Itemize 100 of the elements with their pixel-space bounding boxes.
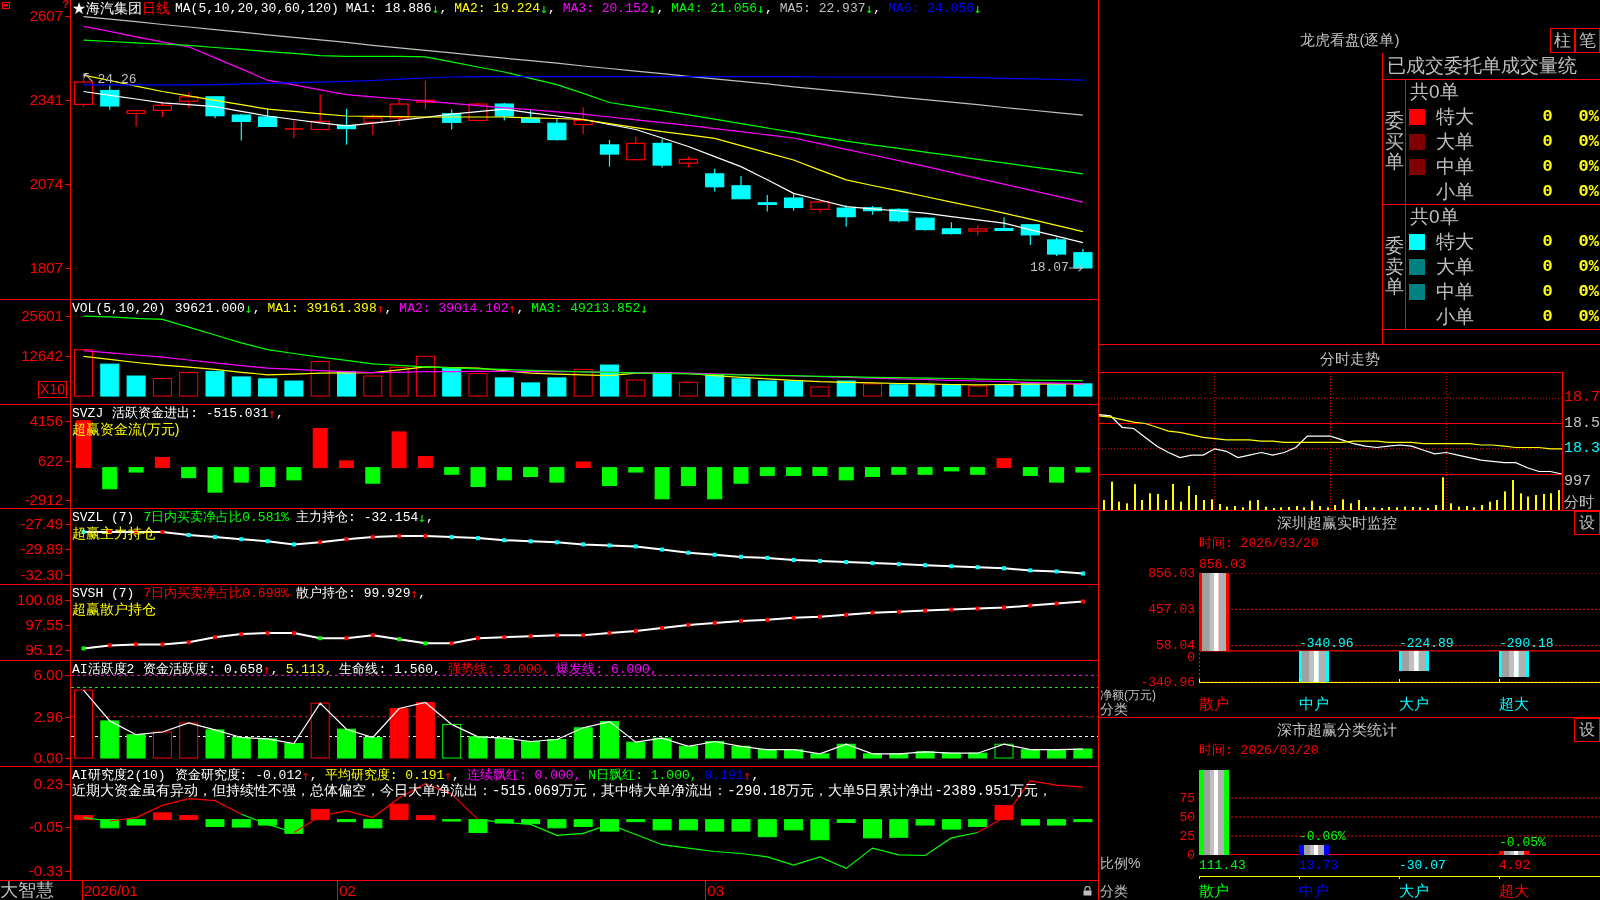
axis-label: 0.23 <box>33 776 63 792</box>
axis-label: 0.00 <box>33 750 63 766</box>
trend-arrow: ↓ <box>865 0 874 16</box>
comma: , <box>547 0 556 16</box>
panel-title: 龙虎看盘(逐单) <box>1299 32 1400 50</box>
axis-label: 18.5 <box>1564 415 1600 432</box>
category-label: 大户 <box>1399 695 1429 712</box>
view-toggle-button[interactable]: 柱 <box>1550 28 1575 53</box>
table-title: 已成交委托单成交量统 <box>1387 56 1577 76</box>
axis-label: 100.08 <box>17 591 63 608</box>
scale-button[interactable]: X10 <box>38 381 67 398</box>
indicator-params: MA(5,10,20,30,60,120) <box>175 0 339 16</box>
comma: , <box>452 767 460 783</box>
axis-label: -340.96 <box>1140 675 1195 689</box>
comma: , <box>270 661 279 677</box>
total-value: -30.07 <box>1399 857 1446 873</box>
axis-label: 997 <box>1564 474 1592 490</box>
legend-value: 生命线: 1.560, <box>339 661 441 677</box>
legend-value: 主力持仓: -32.154 <box>296 509 419 525</box>
trend-arrow: ↓ <box>540 0 548 16</box>
legend-value: 平均研究度: 0.191 <box>324 767 445 783</box>
axis-title: 净额(万元) <box>1100 689 1157 701</box>
order-count: 0 <box>1542 182 1553 201</box>
value-label: -224.89 <box>1399 636 1454 651</box>
settings-button[interactable]: 设 <box>1574 718 1600 742</box>
lock-icon <box>1083 885 1092 896</box>
comma: , <box>418 585 427 601</box>
value-label: -290.18 <box>1499 636 1554 651</box>
legend-value: 39621.000 <box>174 300 245 316</box>
comma: , <box>656 0 665 16</box>
trend-arrow: ↓ <box>418 509 427 525</box>
category-label: 大户 <box>1399 882 1429 899</box>
legend-value: MA2: 39014.102 <box>399 300 509 316</box>
trend-arrow: ↑ <box>376 300 385 316</box>
axis-label: 25 <box>1179 829 1195 843</box>
group-label: 委卖单 <box>1384 235 1404 299</box>
axis-title: 比例% <box>1100 856 1141 871</box>
comma: , <box>426 509 434 525</box>
legend-value: 7日内买卖净占比0.581% <box>143 509 290 525</box>
axis-label: 97.55 <box>25 617 63 634</box>
brand-name: 大智慧 <box>0 881 55 900</box>
total-value: 111.43 <box>1199 857 1246 873</box>
order-size-label: 特大 <box>1436 232 1474 253</box>
axis-label: -0.05 <box>28 819 63 836</box>
trend-arrow: ↑ <box>508 300 517 316</box>
date-label: 03 <box>707 882 725 899</box>
legend-value: N日飘红: 1.000, <box>588 767 698 783</box>
order-total: 共0单 <box>1410 82 1459 103</box>
comma: , <box>384 300 393 316</box>
order-percent: 0% <box>1578 307 1599 326</box>
stock-name: ★海汽集团 <box>72 0 142 16</box>
indicator-name: AI研究度2(10) <box>72 767 166 783</box>
axis-label: -32.30 <box>20 566 63 583</box>
order-percent: 0% <box>1578 108 1599 127</box>
order-count: 0 <box>1542 282 1553 301</box>
order-size-label: 大单 <box>1436 132 1474 152</box>
total-value: 13.73 <box>1299 857 1338 873</box>
comma: , <box>439 0 448 16</box>
order-percent: 0% <box>1578 133 1599 151</box>
value-label: 856.03 <box>1199 558 1246 572</box>
axis-label: 18.3 <box>1564 440 1600 457</box>
axis-label: 2074 <box>29 175 63 192</box>
order-size-label: 小单 <box>1436 181 1474 202</box>
change-label: -0.05% <box>1499 836 1546 851</box>
comma: , <box>751 767 760 783</box>
trend-arrow: ↓ <box>974 0 982 16</box>
indicator-name: SVSH (7) <box>72 585 135 601</box>
indicator-name: AI活跃度2 <box>72 661 135 677</box>
axis-label: 18.7 <box>1564 390 1600 407</box>
axis-label: 2.96 <box>33 709 63 726</box>
value-label: -340.96 <box>1299 636 1354 651</box>
axis-label: 25601 <box>21 307 63 324</box>
order-percent: 0% <box>1578 182 1599 201</box>
legend-value: 散户持仓: 99.929 <box>296 585 411 601</box>
help-button[interactable]: ? <box>62 0 69 9</box>
category-label: 超大 <box>1499 695 1529 712</box>
axis-label: 95.12 <box>25 642 63 659</box>
trend-arrow: ↓ <box>640 300 649 316</box>
legend-value: MA6: 24.056 <box>888 0 974 16</box>
view-toggle-button[interactable]: 笔 <box>1575 28 1600 53</box>
axis-label: 1807 <box>29 259 63 276</box>
axis-label: 4156 <box>29 413 63 430</box>
trend-arrow: ↓ <box>431 0 440 16</box>
order-percent: 0% <box>1578 258 1599 276</box>
trend-arrow: ↑ <box>302 767 310 783</box>
legend-value: MA3: 49213.852 <box>531 300 641 316</box>
indicator-name: SVZL (7) <box>72 509 135 525</box>
axis-label: -0.33 <box>28 862 63 879</box>
axis-label: -27.49 <box>20 516 63 533</box>
legend-value: 7日内买卖净占比0.698% <box>143 585 290 601</box>
comma: , <box>276 405 284 421</box>
trend-arrow: ↑ <box>410 585 419 601</box>
change-label: -0.06% <box>1299 829 1346 844</box>
indicator-name: SVZJ <box>72 405 104 421</box>
window-icon <box>2 2 10 9</box>
order-percent: 0% <box>1578 282 1599 301</box>
total-value: 4.92 <box>1499 857 1531 873</box>
order-count: 0 <box>1542 307 1553 326</box>
settings-button[interactable]: 设 <box>1574 511 1600 535</box>
axis-title: 分类 <box>1100 702 1128 716</box>
